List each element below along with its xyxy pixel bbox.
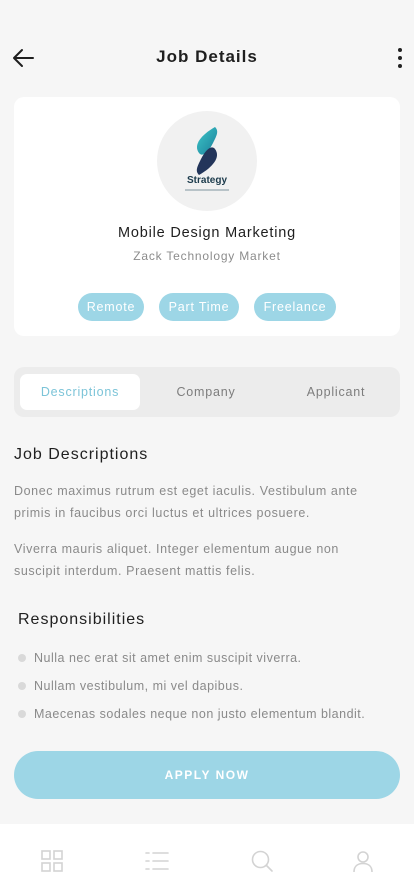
more-options-button[interactable] <box>392 44 408 72</box>
nav-search[interactable] <box>247 846 277 876</box>
responsibilities-list: Nulla nec erat sit amet enim suscipit vi… <box>18 647 408 731</box>
nav-profile[interactable] <box>348 846 378 876</box>
more-vertical-icon <box>398 48 402 52</box>
nav-list[interactable] <box>142 846 172 876</box>
nav-home[interactable] <box>37 846 67 876</box>
logo-text: Strategy <box>186 175 227 186</box>
user-icon <box>353 851 373 873</box>
bullet-icon <box>18 682 26 690</box>
top-bar: Job Details <box>0 0 414 96</box>
list-item-text: Nulla nec erat sit amet enim suscipit vi… <box>34 651 302 665</box>
company-logo: Strategy <box>157 111 257 211</box>
list-icon <box>145 852 169 870</box>
page-title: Job Details <box>156 47 258 66</box>
job-card: Strategy Mobile Design Marketing Zack Te… <box>14 97 400 336</box>
description-paragraph-1: Donec maximus rutrum est eget iaculis. V… <box>14 484 358 520</box>
tag-freelance: Freelance <box>254 293 336 321</box>
detail-tabs: Descriptions Company Applicant <box>14 367 400 417</box>
bottom-nav <box>0 824 414 896</box>
job-title: Mobile Design Marketing <box>118 225 296 241</box>
logo-tagline <box>185 189 229 191</box>
tag-remote: Remote <box>78 293 144 321</box>
job-tags: Remote Part Time Freelance <box>14 293 400 321</box>
responsibilities-heading: Responsibilities <box>18 611 146 628</box>
list-item: Nullam vestibulum, mi vel dapibus. <box>18 675 408 703</box>
strategy-logo-icon <box>196 127 218 175</box>
job-descriptions-heading: Job Descriptions <box>14 446 149 463</box>
list-item-text: Nullam vestibulum, mi vel dapibus. <box>34 679 244 693</box>
grid-icon <box>41 850 63 872</box>
list-item-text: Maecenas sodales neque non justo element… <box>34 707 366 721</box>
tab-company[interactable]: Company <box>146 374 266 410</box>
tab-applicant[interactable]: Applicant <box>276 374 396 410</box>
list-item: Maecenas sodales neque non justo element… <box>18 703 408 731</box>
search-icon <box>251 850 273 872</box>
tab-descriptions[interactable]: Descriptions <box>20 374 140 410</box>
tag-part-time: Part Time <box>159 293 239 321</box>
bullet-icon <box>18 654 26 662</box>
bullet-icon <box>18 710 26 718</box>
apply-now-button[interactable]: APPLY NOW <box>14 751 400 799</box>
company-name: Zack Technology Market <box>133 249 281 263</box>
list-item: Nulla nec erat sit amet enim suscipit vi… <box>18 647 408 675</box>
description-paragraph-2: Viverra mauris aliquet. Integer elementu… <box>14 542 339 578</box>
